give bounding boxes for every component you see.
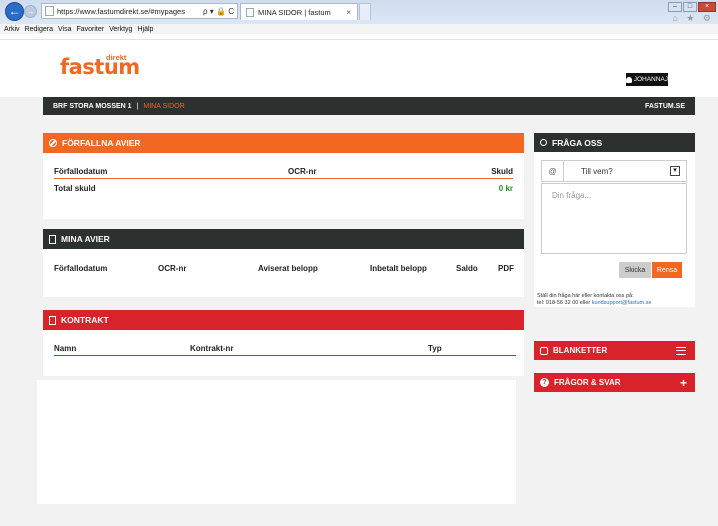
col-debt: Skuld [491,167,513,176]
contract-panel: KONTRAKT Namn Kontrakt-nr Typ [43,310,524,376]
contract-header: KONTRAKT [43,310,524,330]
menu-bar: Arkiv Redigera Visa Favoriter Verktyg Hj… [0,24,718,34]
menu-visa[interactable]: Visa [58,26,72,33]
my-invoices-panel: MINA AVIER Förfallodatum OCR-nr Aviserat… [43,229,524,297]
header-rule [54,178,513,179]
question-placeholder: Din fråga... [552,191,592,200]
tab-title: MINA SIDOR | fastum [258,7,331,17]
breadcrumb-separator: | [136,102,139,110]
menu-icon[interactable] [676,346,686,355]
browser-tab[interactable]: MINA SIDOR | fastum × [240,3,358,20]
col-pdf: PDF [498,264,514,273]
plus-icon[interactable]: + [680,377,687,389]
empty-content-area [37,380,516,504]
forward-button[interactable]: → [24,5,37,18]
contact-help-text: Ställ din fråga här eller kontakta oss p… [537,293,693,307]
menu-favoriter[interactable]: Favoriter [76,26,104,33]
question-icon: ? [540,378,549,387]
tab-page-icon [246,7,254,17]
chat-icon [540,139,547,146]
question-textarea[interactable]: Din fråga... [541,183,687,254]
overdue-invoices-header: FÖRFALLNA AVIER [43,133,524,153]
faq-title: FRÅGOR & SVAR [554,378,621,387]
page-icon [45,6,54,16]
at-icon: @ [542,161,564,181]
back-button[interactable]: ← [5,2,24,21]
ban-icon [49,139,57,147]
url-text[interactable]: https://www.fastumdirekt.se/#mypages [57,7,203,16]
tab-close-icon[interactable]: × [346,8,357,17]
recipient-value: Till vem? [581,166,613,176]
col-paid-amount: Inbetalt belopp [370,264,427,273]
recipient-select[interactable]: @ Till vem? ▾ [541,160,687,182]
document-icon [49,234,56,244]
minimize-button[interactable]: – [668,2,682,12]
window-close-button[interactable]: × [698,2,716,12]
overdue-invoices-title: FÖRFALLNA AVIER [62,138,141,148]
browser-chrome: ← → https://www.fastumdirekt.se/#mypages… [0,0,718,40]
forms-accordion[interactable]: BLANKETTER [534,341,695,360]
my-invoices-header: MINA AVIER [43,229,524,249]
clear-button[interactable]: Rensa [652,262,682,278]
col-balance: Saldo [456,264,478,273]
my-invoices-title: MINA AVIER [61,234,110,244]
address-bar[interactable]: https://www.fastumdirekt.se/#mypages ρ ▾… [41,3,238,19]
faq-accordion[interactable]: ? FRÅGOR & SVAR + [534,373,695,392]
user-icon [626,76,632,83]
col-due-date: Förfallodatum [54,264,108,273]
user-name: JOHANNAJ [633,76,668,83]
menu-arkiv[interactable]: Arkiv [4,26,20,33]
col-notified-amount: Aviserat belopp [258,264,318,273]
ask-us-title: FRÅGA OSS [552,137,603,148]
help-line-1: Ställ din fråga här eller kontakta oss p… [537,293,634,299]
total-debt-value: 0 kr [498,184,513,193]
send-button[interactable]: Skicka [619,262,651,278]
total-debt-label: Total skuld [54,184,96,193]
col-name: Namn [54,344,77,353]
forms-icon [540,346,548,355]
col-due-date: Förfallodatum [54,167,108,176]
contract-title: KONTRAKT [61,315,109,325]
help-phone: tel: 018-56 32 00 eller [537,300,592,306]
menu-verktyg[interactable]: Verktyg [109,26,132,33]
col-ocr: OCR-nr [288,167,317,176]
document-icon [49,315,56,325]
menu-hjalp[interactable]: Hjälp [137,26,153,33]
menu-redigera[interactable]: Redigera [25,26,53,33]
toolbar-icons[interactable]: ⌂ ★ ⚙ [672,13,714,24]
new-tab-button[interactable] [359,3,371,20]
user-button[interactable]: JOHANNAJ [626,73,668,86]
address-tools[interactable]: ρ ▾ 🔒 C [203,7,237,16]
help-line-2: tel: 018-56 32 00 eller kundsupport@fast… [537,300,693,307]
logo-tagline: direkt [106,53,127,62]
col-ocr: OCR-nr [158,264,187,273]
chevron-down-icon[interactable]: ▾ [670,166,680,176]
fastum-logo[interactable]: fastum [60,55,140,79]
fastum-site-link[interactable]: FASTUM.SE [645,103,685,110]
forms-title: BLANKETTER [553,346,608,355]
overdue-invoices-panel: FÖRFALLNA AVIER Förfallodatum OCR-nr Sku… [43,133,524,219]
breadcrumb-current: MINA SIDOR [143,102,185,110]
ask-us-header: FRÅGA OSS [534,133,695,152]
header-rule [54,355,516,356]
breadcrumb-property[interactable]: BRF STORA MOSSEN 1 [53,103,132,110]
col-contract-number: Kontrakt-nr [190,344,234,353]
support-email-link[interactable]: kundsupport@fastum.se [592,300,652,306]
col-type: Typ [428,344,442,353]
maximize-button[interactable]: □ [683,2,697,12]
breadcrumb-bar: BRF STORA MOSSEN 1 | MINA SIDOR FASTUM.S… [43,97,695,115]
window-controls: – □ × [667,2,716,12]
